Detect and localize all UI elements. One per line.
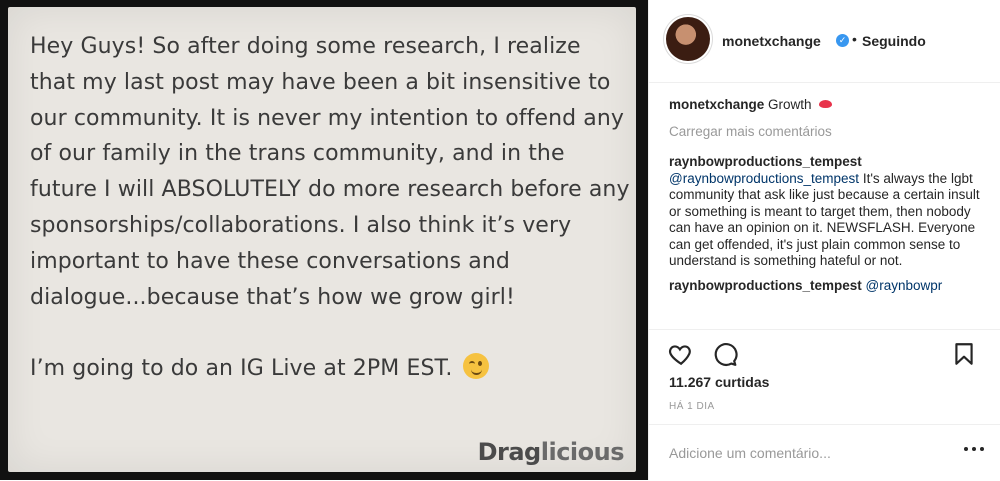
post-sidebar: monetxchange ✓ • Seguindo monetxchange G… xyxy=(648,0,1000,480)
following-button[interactable]: Seguindo xyxy=(862,33,926,49)
watermark-text-a: Drag xyxy=(477,438,542,466)
comment-mention[interactable]: @raynbowpr xyxy=(866,278,943,293)
post-timestamp[interactable]: HÁ 1 DIA xyxy=(669,401,715,412)
comment-username[interactable]: raynbowproductions_tempest xyxy=(669,154,862,169)
avatar[interactable] xyxy=(666,17,710,61)
separator-dot: • xyxy=(852,31,857,47)
watermark: Draglicious xyxy=(477,438,625,466)
action-bar xyxy=(649,329,1000,380)
note-paragraph-1: Hey Guys! So after doing some research, … xyxy=(30,34,630,310)
comment-input[interactable] xyxy=(669,442,949,464)
kiss-lips-icon xyxy=(819,100,833,108)
note-paragraph-2: I’m going to do an IG Live at 2PM EST. xyxy=(30,351,630,387)
note-card: Hey Guys! So after doing some research, … xyxy=(8,7,636,472)
like-count[interactable]: 11.267 curtidas xyxy=(669,374,769,390)
note-live-text: I’m going to do an IG Live at 2PM EST. xyxy=(30,356,453,382)
post-image[interactable]: Hey Guys! So after doing some research, … xyxy=(0,0,648,480)
load-more-comments-link[interactable]: Carregar mais comentários xyxy=(669,124,981,141)
comment-mention[interactable]: @raynbowproductions_tempest xyxy=(669,171,859,186)
note-text: Hey Guys! So after doing some research, … xyxy=(30,29,630,387)
watermark-text-b: licious xyxy=(540,438,625,466)
wink-emoji-icon xyxy=(462,353,489,380)
comment-item: raynbowproductions_tempest @raynbowprodu… xyxy=(669,154,981,270)
verified-badge-icon: ✓ xyxy=(836,34,849,47)
caption-username[interactable]: monetxchange xyxy=(669,97,764,112)
instagram-post: Hey Guys! So after doing some research, … xyxy=(0,0,1000,480)
comment-username[interactable]: raynbowproductions_tempest xyxy=(669,278,862,293)
add-comment-bar xyxy=(649,424,1000,481)
caption-text: Growth xyxy=(768,97,812,112)
caption: monetxchange Growth xyxy=(669,97,981,114)
header-username[interactable]: monetxchange xyxy=(722,33,821,49)
more-options-icon[interactable] xyxy=(964,447,984,453)
comment-item: raynbowproductions_tempest @raynbowpr xyxy=(669,278,981,295)
comment-icon[interactable] xyxy=(712,341,738,367)
heart-icon[interactable] xyxy=(668,341,694,367)
post-header: monetxchange ✓ • Seguindo xyxy=(649,0,1000,83)
bookmark-icon[interactable] xyxy=(951,341,977,367)
comments-list[interactable]: monetxchange Growth Carregar mais coment… xyxy=(669,97,981,327)
